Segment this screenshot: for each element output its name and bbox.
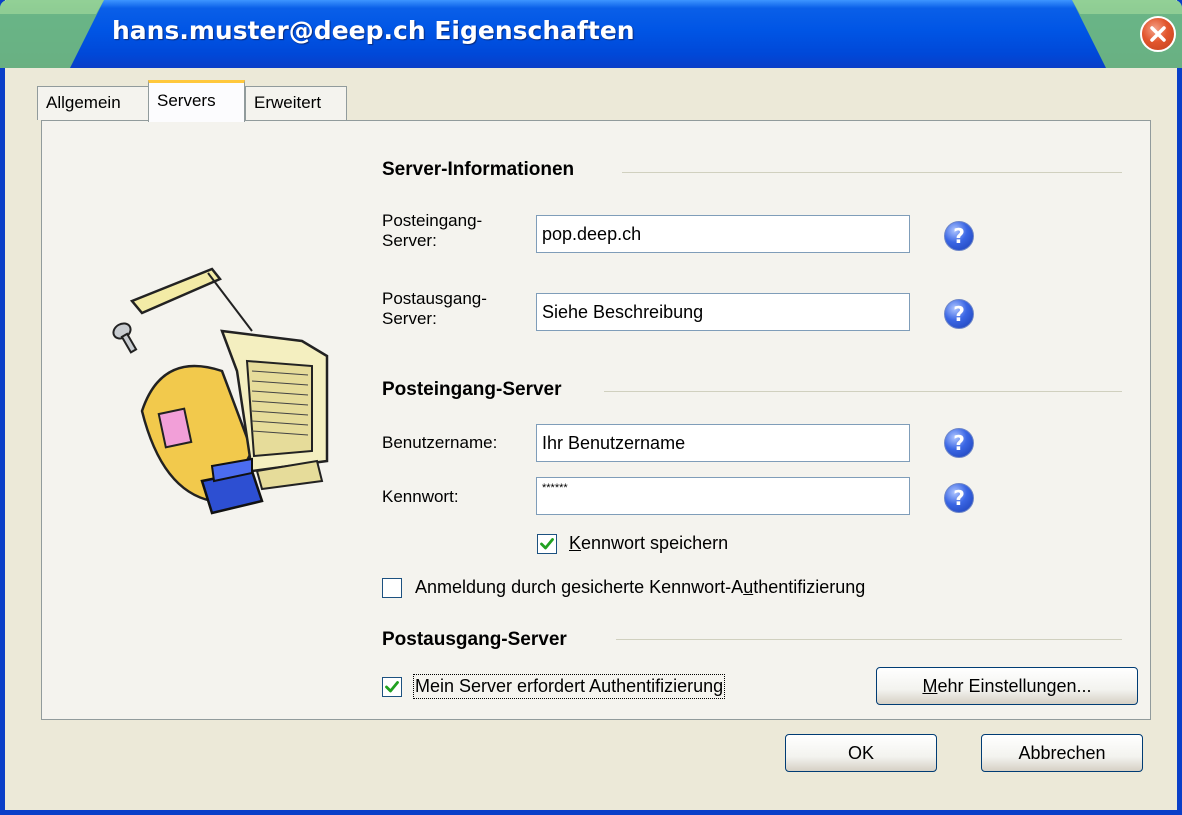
tab-label: Erweitert (254, 93, 322, 112)
tab-label: Allgemein (46, 93, 121, 112)
server-requires-auth-label[interactable]: Mein Server erfordert Authentifizierung (412, 674, 726, 699)
save-password-checkbox[interactable] (537, 534, 557, 554)
checkmark-icon (385, 681, 399, 693)
section-divider (622, 172, 1122, 173)
mail-server-illustration-icon (112, 267, 329, 515)
save-password-label[interactable]: Kennwort speichern (569, 533, 728, 554)
section-divider (604, 391, 1122, 392)
spa-checkbox[interactable] (382, 578, 402, 598)
spa-label[interactable]: Anmeldung durch gesicherte Kennwort-Auth… (415, 577, 865, 598)
window-title: hans.muster@deep.ch Eigenschaften (112, 16, 635, 45)
tab-label: Servers (157, 91, 216, 110)
password-input[interactable]: ****** (536, 477, 910, 515)
cancel-button[interactable]: Abbrechen (981, 734, 1143, 772)
username-label: Benutzername: (382, 433, 498, 452)
properties-dialog: hans.muster@deep.ch Eigenschaften Allgem… (0, 0, 1182, 815)
password-label: Kennwort: (382, 487, 459, 506)
more-settings-button[interactable]: Mehr Einstellungen... (876, 667, 1138, 705)
username-input[interactable]: Ihr Benutzername (536, 424, 910, 462)
servers-tab-panel: Server-Informationen Posteingang- Server… (41, 120, 1151, 720)
title-bar[interactable]: hans.muster@deep.ch Eigenschaften (0, 0, 1182, 68)
outgoing-server-label: Postausgang- Server: (382, 289, 487, 328)
section-server-info-heading: Server-Informationen (382, 159, 575, 180)
checkmark-icon (540, 538, 554, 550)
outgoing-server-input[interactable]: Siehe Beschreibung (536, 293, 910, 331)
close-button[interactable] (1140, 16, 1176, 52)
section-incoming-server-heading: Posteingang-Server (382, 379, 562, 400)
incoming-server-input[interactable]: pop.deep.ch (536, 215, 910, 253)
help-icon[interactable]: ? (944, 483, 974, 513)
section-divider (616, 639, 1122, 640)
help-icon[interactable]: ? (944, 428, 974, 458)
section-outgoing-server-heading: Postausgang-Server (382, 629, 567, 650)
help-icon[interactable]: ? (944, 299, 974, 329)
ok-button[interactable]: OK (785, 734, 937, 772)
help-icon[interactable]: ? (944, 221, 974, 251)
tab-allgemein[interactable]: Allgemein (37, 86, 149, 120)
tab-servers[interactable]: Servers (148, 80, 245, 122)
incoming-server-label: Posteingang- Server: (382, 211, 483, 250)
tab-erweitert[interactable]: Erweitert (245, 86, 347, 120)
titlebar-leaf-left-icon (0, 0, 104, 68)
close-icon (1150, 26, 1166, 42)
server-requires-auth-checkbox[interactable] (382, 677, 402, 697)
